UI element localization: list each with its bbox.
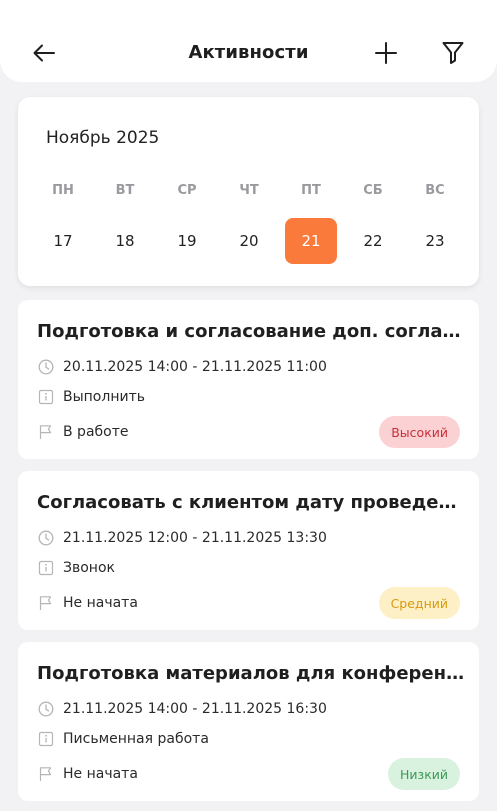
activity-type-row: Письменная работа (37, 730, 209, 748)
weekday-label: СР (177, 183, 197, 198)
week-calendar: Ноябрь 2025 ПН ВТ СР ЧТ ПТ СБ ВС 17 18 1… (18, 97, 479, 286)
activity-time: 20.11.2025 14:00 - 21.11.2025 11:00 (63, 359, 327, 375)
info-icon (37, 559, 55, 577)
activity-card[interactable]: Согласовать с клиентом дату проведения..… (18, 471, 479, 630)
weekday-label: ПН (52, 183, 74, 198)
activity-title: Согласовать с клиентом дату проведения..… (37, 492, 467, 513)
activity-status-row: Не начата (37, 594, 138, 612)
calendar-day-selected[interactable]: 21 (280, 218, 342, 264)
activity-title: Подготовка материалов для конференции (37, 663, 467, 684)
activity-type: Звонок (63, 560, 115, 576)
weekday-label: ПТ (301, 183, 321, 198)
activity-type: Выполнить (63, 389, 145, 405)
activity-status: В работе (63, 424, 129, 440)
info-icon (37, 730, 55, 748)
clock-icon (37, 700, 55, 718)
weekday-label: СБ (363, 183, 383, 198)
plus-icon (375, 42, 397, 64)
activity-status-row: В работе (37, 423, 129, 441)
activity-status-row: Не начата (37, 765, 138, 783)
activity-type-row: Звонок (37, 559, 115, 577)
activity-title: Подготовка и согласование доп. соглашени… (37, 321, 467, 342)
calendar-day[interactable]: 23 (404, 218, 466, 264)
clock-icon (37, 358, 55, 376)
calendar-day[interactable]: 20 (218, 218, 280, 264)
calendar-day[interactable]: 19 (156, 218, 218, 264)
clock-icon (37, 529, 55, 547)
activity-card[interactable]: Подготовка и согласование доп. соглашени… (18, 300, 479, 459)
weekday-label: ВТ (115, 183, 135, 198)
calendar-day[interactable]: 18 (94, 218, 156, 264)
weekday-row: ПН ВТ СР ЧТ ПТ СБ ВС (32, 183, 466, 198)
activity-card[interactable]: Подготовка материалов для конференции 21… (18, 642, 479, 801)
filter-button[interactable] (436, 36, 470, 70)
priority-badge: Низкий (388, 758, 460, 790)
app-header: Активности (0, 0, 497, 82)
activity-type: Письменная работа (63, 731, 209, 747)
activity-time: 21.11.2025 12:00 - 21.11.2025 13:30 (63, 530, 327, 546)
activity-time: 21.11.2025 14:00 - 21.11.2025 16:30 (63, 701, 327, 717)
activity-type-row: Выполнить (37, 388, 145, 406)
page-title: Активности (188, 42, 309, 63)
weekday-label: ВС (425, 183, 445, 198)
priority-badge: Средний (378, 587, 460, 619)
activity-time-row: 21.11.2025 14:00 - 21.11.2025 16:30 (37, 700, 327, 718)
activity-time-row: 20.11.2025 14:00 - 21.11.2025 11:00 (37, 358, 327, 376)
activity-status: Не начата (63, 766, 138, 782)
activity-status: Не начата (63, 595, 138, 611)
info-icon (37, 388, 55, 406)
flag-icon (37, 765, 55, 783)
calendar-day[interactable]: 17 (32, 218, 94, 264)
weekday-label: ЧТ (239, 183, 259, 198)
add-activity-button[interactable] (369, 36, 403, 70)
filter-icon (442, 42, 464, 64)
activity-time-row: 21.11.2025 12:00 - 21.11.2025 13:30 (37, 529, 327, 547)
priority-badge: Высокий (379, 416, 460, 448)
calendar-month: Ноябрь 2025 (46, 128, 160, 148)
calendar-day[interactable]: 22 (342, 218, 404, 264)
day-row: 17 18 19 20 21 22 23 (32, 218, 466, 264)
flag-icon (37, 594, 55, 612)
flag-icon (37, 423, 55, 441)
